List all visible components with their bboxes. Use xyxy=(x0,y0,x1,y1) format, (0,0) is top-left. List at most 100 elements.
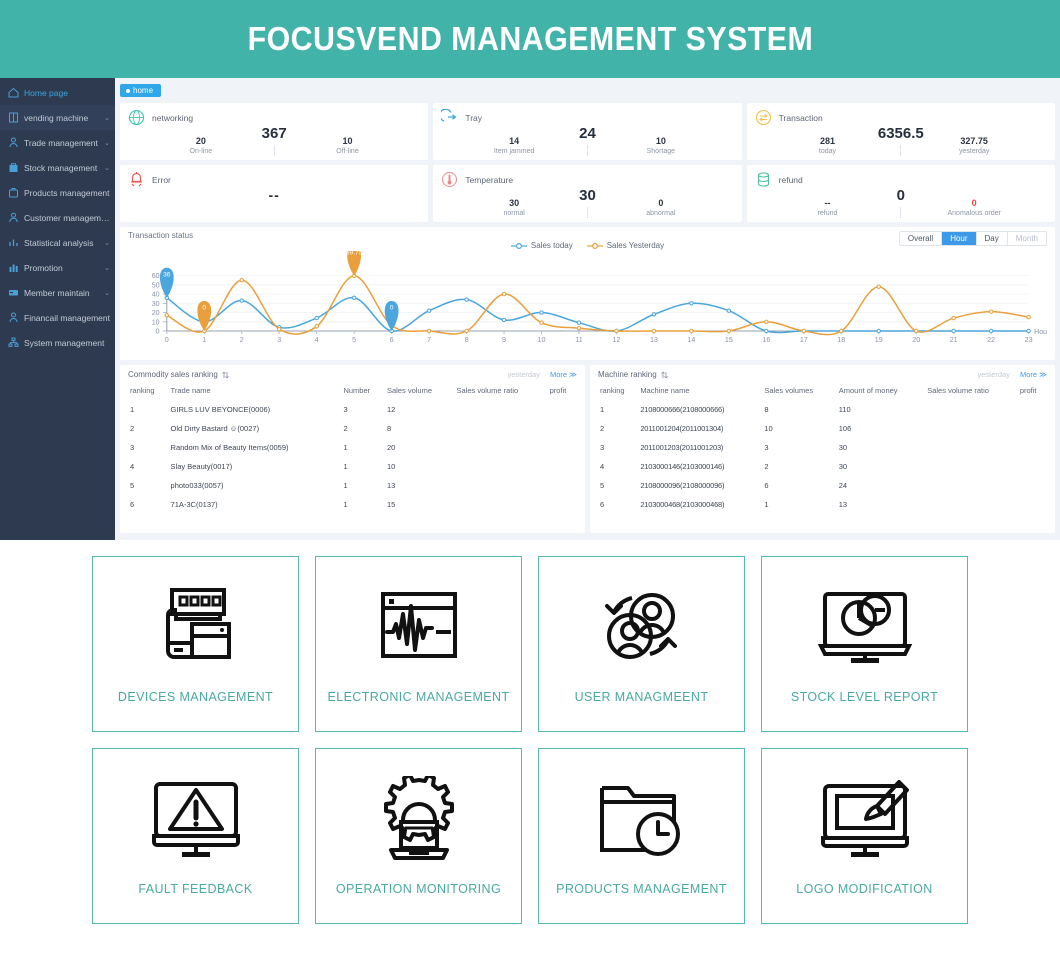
feature-card-electronic-management[interactable]: ELECTRONIC MANAGEMENT xyxy=(315,556,522,732)
sidebar-item-stock-management[interactable]: Stock management ⌄ xyxy=(0,155,115,180)
svg-text:10: 10 xyxy=(152,319,160,326)
sort-icon[interactable] xyxy=(221,371,229,379)
range-button-overall[interactable]: Overall xyxy=(899,232,943,245)
feature-card-label: PRODUCTS MANAGEMENT xyxy=(556,882,727,896)
machine-ranking-table: ranking Machine name Sales volumes Amount o… xyxy=(598,383,1047,514)
feature-card-grid: DEVICES MANAGEMENT ELECTRONIC MANAGEMENT U… xyxy=(92,556,968,924)
cell-name: 71A-3C(0137) xyxy=(170,500,218,509)
table-row[interactable]: 6 71A-3C(0137) 1 15 xyxy=(128,495,577,514)
cell-ratio xyxy=(454,476,547,495)
legend-label-1: Sales Yesterday xyxy=(606,241,665,250)
commodity-ranking-actions: yesterday More ≫ xyxy=(507,370,577,379)
svg-text:2: 2 xyxy=(240,337,244,344)
stat-card-networking: networking 367 20 On-line 10 Off-line xyxy=(120,103,429,160)
sidebar-item-financail-management[interactable]: Financail management xyxy=(0,305,115,330)
table-row[interactable]: 4 Slay Beauty(0017) 1 10 xyxy=(128,457,577,476)
commodity-more-link[interactable]: More ≫ xyxy=(550,370,577,379)
sidebar-item-system-management[interactable]: System management xyxy=(0,330,115,355)
feature-card-label: LOGO MODIFICATION xyxy=(796,882,933,896)
sidebar-item-member-maintain[interactable]: Member maintain ⌄ xyxy=(0,280,115,305)
table-row[interactable]: 2 Old Dirty Bastard ☺(0027) 2 8 xyxy=(128,419,577,438)
cell-ratio xyxy=(925,476,1018,495)
table-row[interactable]: 3 Random Mix of Beauty Items(0059) 1 20 xyxy=(128,438,577,457)
ranking-row: Commodity sales ranking yesterday More ≫… xyxy=(120,365,1055,533)
legend-item-sales-yesterday[interactable]: Sales Yesterday xyxy=(586,241,665,250)
range-button-day[interactable]: Day xyxy=(976,232,1008,245)
legend-marker-icon xyxy=(510,242,527,249)
legend-item-sales-today[interactable]: Sales today xyxy=(510,241,573,250)
feature-card-label: OPERATION MONITORING xyxy=(335,882,502,896)
svg-text:20: 20 xyxy=(912,337,920,344)
sidebar-item-products-management[interactable]: Products management xyxy=(0,180,115,205)
column-header: Sales volume ratio xyxy=(927,386,989,395)
sort-icon[interactable] xyxy=(660,371,668,379)
page-title: FOCUSVEND MANAGEMENT SYSTEM xyxy=(247,20,813,57)
app-body: Home page vending machine ⌄ Trade managemen… xyxy=(0,78,1060,540)
column-header: ranking xyxy=(130,386,155,395)
stat-col-value: -- xyxy=(824,198,831,208)
table-row[interactable]: 6 2103000468(2103000468) 1 13 xyxy=(598,495,1047,514)
sidebar-item-label: Home page xyxy=(24,87,68,98)
stat-sub-values: 281 today 327.75 yesterday xyxy=(755,136,1047,156)
table-row[interactable]: 5 2108000096(2108000096) 6 24 xyxy=(598,476,1047,495)
feature-card-stock-level-report[interactable]: STOCK LEVEL REPORT xyxy=(761,556,968,732)
svg-text:36: 36 xyxy=(163,271,171,278)
chart-range-switcher[interactable]: Overall Hour Day Month xyxy=(898,231,1047,246)
feature-card-operation-monitoring[interactable]: OPERATION MONITORING xyxy=(315,748,522,924)
table-row[interactable]: 4 2103000146(2103000146) 2 30 xyxy=(598,457,1047,476)
feature-section: DEVICES MANAGEMENT ELECTRONIC MANAGEMENT U… xyxy=(0,540,1060,924)
stat-col: 327.75 yesterday xyxy=(901,136,1047,156)
tab-home[interactable]: home xyxy=(120,84,162,97)
table-row[interactable]: 1 GIRLS LUV BEYONCE(0006) 3 12 xyxy=(128,400,577,419)
sidebar-item-label: Trade management xyxy=(24,137,98,148)
sidebar-item-promotion[interactable]: Promotion ⌄ xyxy=(0,255,115,280)
table-body: 1 2108000666(2108000666) 8 110 2 2011001204(2… xyxy=(598,400,1047,514)
cell-name: 2103000468(2103000468) xyxy=(640,500,725,509)
table-row[interactable]: 3 2011001203(2011001203) 3 30 xyxy=(598,438,1047,457)
sidebar-item-statistical-analysis[interactable]: Statistical analysis ⌄ xyxy=(0,230,115,255)
table-row[interactable]: 2 2011001204(2011001304) 10 106 xyxy=(598,419,1047,438)
tray-icon xyxy=(441,109,458,126)
range-button-month[interactable]: Month xyxy=(1007,232,1046,245)
cell-profit xyxy=(548,438,577,457)
stat-card-temperature: Temperature 30 30 normal 0 abnormal xyxy=(433,165,742,222)
stat-col-value: 14 xyxy=(509,136,520,146)
cell-name: 2011001203(2011001203) xyxy=(640,443,724,452)
stat-card-transaction: Transaction 6356.5 281 today 327.75 yesterday xyxy=(746,103,1055,160)
svg-text:20: 20 xyxy=(152,310,160,317)
stat-card-error: Error -- xyxy=(120,165,429,222)
table-row[interactable]: 5 photo033(0057) 1 13 xyxy=(128,476,577,495)
stat-col-label: Anomalous order xyxy=(947,210,1001,217)
table-header-row: ranking Trade name Number Sales volume Sales… xyxy=(128,383,577,400)
svg-text:1: 1 xyxy=(202,337,206,344)
range-button-hour[interactable]: Hour xyxy=(942,232,977,245)
commodity-ranking-table: ranking Trade name Number Sales volume Sales… xyxy=(128,383,577,514)
sidebar-item-customer-management[interactable]: Customer management xyxy=(0,205,115,230)
sidebar-item-home-page[interactable]: Home page xyxy=(0,80,115,105)
table-row[interactable]: 1 2108000666(2108000666) 8 110 xyxy=(598,400,1047,419)
table-header-row: ranking Machine name Sales volumes Amount o… xyxy=(598,383,1047,400)
stat-card-tray: Tray 24 14 Item jammed 10 Shortage xyxy=(433,103,742,160)
sidebar-item-vending-machine[interactable]: vending machine ⌄ xyxy=(0,105,115,130)
stat-col-value: 10 xyxy=(655,136,666,146)
cell-ratio xyxy=(925,400,1018,419)
cell-ranking: 3 xyxy=(130,443,135,452)
svg-text:4: 4 xyxy=(315,337,319,344)
commodity-ranking-title: Commodity sales ranking xyxy=(128,370,218,379)
column-header: ranking xyxy=(600,386,625,395)
chart-title: Transaction status xyxy=(128,231,194,240)
machine-more-link[interactable]: More ≫ xyxy=(1020,370,1047,379)
sidebar-item-trade-management[interactable]: Trade management ⌄ xyxy=(0,130,115,155)
sidebar-item-label: vending machine xyxy=(24,112,89,123)
cell-ranking: 4 xyxy=(130,462,135,471)
column-header: profit xyxy=(1019,386,1037,395)
feature-card-devices-management[interactable]: DEVICES MANAGEMENT xyxy=(92,556,299,732)
feature-card-products-management[interactable]: PRODUCTS MANAGEMENT xyxy=(538,748,745,924)
stat-col-value: 327.75 xyxy=(960,136,988,146)
feature-card-user-managmeent[interactable]: USER MANAGMEENT xyxy=(538,556,745,732)
stat-card-header: refund xyxy=(755,171,1047,188)
svg-text:59.75: 59.75 xyxy=(346,251,363,256)
feature-card-logo-modification[interactable]: LOGO MODIFICATION xyxy=(761,748,968,924)
cell-ranking: 4 xyxy=(600,462,605,471)
feature-card-fault-feedback[interactable]: FAULT FEEDBACK xyxy=(92,748,299,924)
